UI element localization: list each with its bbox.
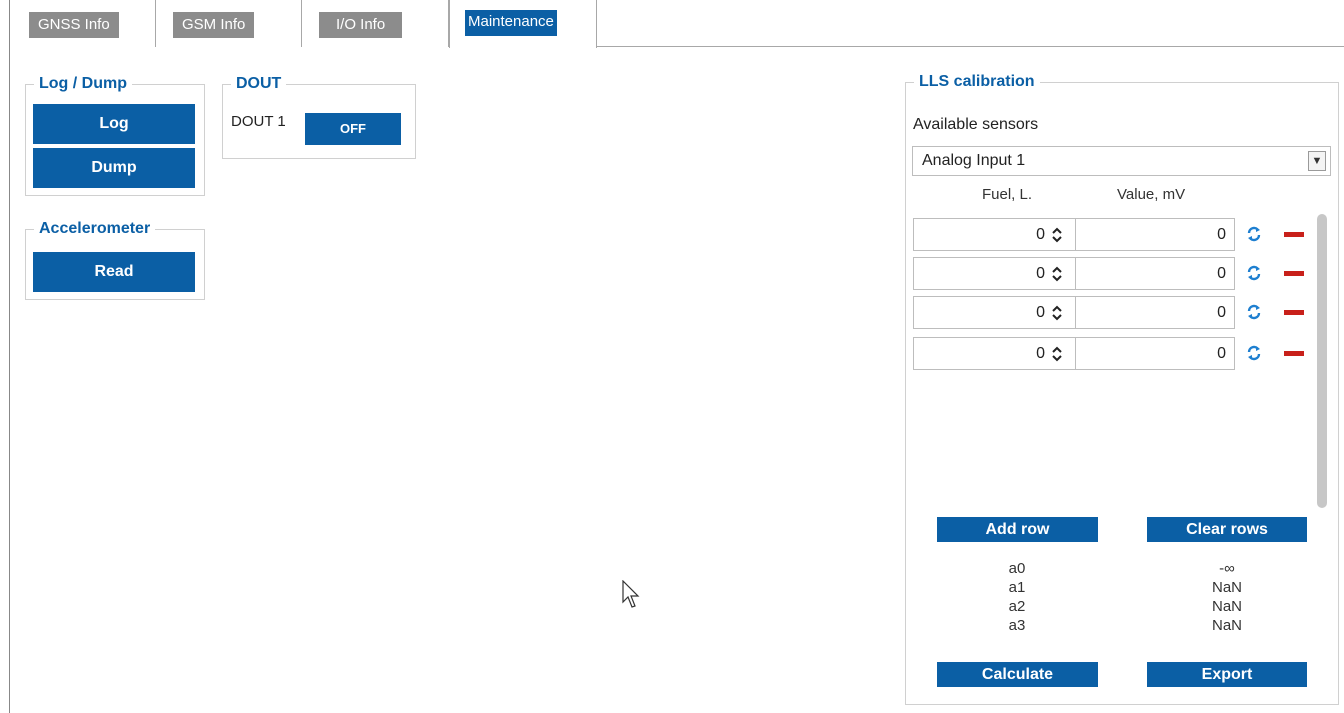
dout-1-label: DOUT 1 — [231, 113, 286, 130]
tab-maintenance[interactable]: Maintenance — [449, 0, 597, 48]
fuel-value: 0 — [1036, 345, 1045, 362]
tab-bar: GNSS Info GSM Info I/O Info Maintenance — [0, 0, 1344, 713]
tab-label: I/O Info — [319, 12, 403, 38]
refresh-icon[interactable] — [1245, 343, 1263, 363]
refresh-icon[interactable] — [1245, 302, 1263, 322]
accelerometer-title: Accelerometer — [34, 218, 156, 240]
spin-updown-icon[interactable] — [1051, 345, 1063, 363]
value-column-header: Value, mV — [1117, 186, 1186, 203]
dout-title: DOUT — [231, 73, 287, 95]
spin-updown-icon[interactable] — [1051, 265, 1063, 283]
coefficient-name: a1 — [1008, 579, 1026, 596]
fuel-input[interactable]: 0 — [913, 257, 1076, 290]
tab-io-info[interactable]: I/O Info — [302, 0, 449, 47]
calibration-row: 00 — [913, 296, 1313, 329]
refresh-icon[interactable] — [1245, 263, 1263, 283]
add-row-button[interactable]: Add row — [937, 517, 1098, 542]
tab-baseline — [596, 46, 1344, 47]
sensor-select[interactable]: Analog Input 1 ▼ — [912, 146, 1331, 176]
coefficient-name: a0 — [1008, 560, 1026, 577]
tab-label: GSM Info — [173, 12, 255, 38]
export-button[interactable]: Export — [1147, 662, 1307, 687]
dout-1-toggle-button[interactable]: OFF — [305, 113, 401, 145]
calibration-scrollbar[interactable] — [1317, 214, 1327, 508]
fuel-value: 0 — [1036, 226, 1045, 243]
sensor-select-value: Analog Input 1 — [922, 152, 1026, 169]
delete-row-icon[interactable] — [1284, 351, 1304, 356]
refresh-icon[interactable] — [1245, 224, 1263, 244]
chevron-down-icon[interactable]: ▼ — [1308, 151, 1326, 171]
lls-calibration-title: LLS calibration — [914, 71, 1040, 93]
fuel-input[interactable]: 0 — [913, 337, 1076, 370]
dump-button[interactable]: Dump — [33, 148, 195, 188]
value-value: 0 — [1217, 345, 1226, 362]
calibration-row: 00 — [913, 337, 1313, 370]
coefficient-value: NaN — [1211, 617, 1242, 634]
available-sensors-label: Available sensors — [913, 116, 1039, 133]
delete-row-icon[interactable] — [1284, 310, 1304, 315]
calculate-button[interactable]: Calculate — [937, 662, 1098, 687]
value-value: 0 — [1217, 304, 1226, 321]
coefficient-value: -∞ — [1219, 560, 1235, 577]
log-button[interactable]: Log — [33, 104, 195, 144]
clear-rows-button[interactable]: Clear rows — [1147, 517, 1307, 542]
delete-row-icon[interactable] — [1284, 232, 1304, 237]
log-dump-title: Log / Dump — [34, 73, 132, 95]
value-input[interactable]: 0 — [1075, 337, 1235, 370]
coefficient-value: NaN — [1211, 598, 1242, 615]
dout-group: DOUT DOUT 1 OFF — [222, 73, 416, 159]
spin-updown-icon[interactable] — [1051, 304, 1063, 322]
calibration-row: 00 — [913, 218, 1313, 251]
tab-label: GNSS Info — [29, 12, 119, 38]
accelerometer-group: Accelerometer Read — [25, 218, 205, 300]
tab-label: Maintenance — [465, 10, 557, 36]
value-input[interactable]: 0 — [1075, 218, 1235, 251]
coefficient-value: NaN — [1211, 579, 1242, 596]
coefficient-name: a3 — [1008, 617, 1026, 634]
frame-left-border — [9, 0, 10, 713]
fuel-value: 0 — [1036, 304, 1045, 321]
value-input[interactable]: 0 — [1075, 257, 1235, 290]
value-input[interactable]: 0 — [1075, 296, 1235, 329]
calibration-row: 00 — [913, 257, 1313, 290]
value-value: 0 — [1217, 265, 1226, 282]
value-value: 0 — [1217, 226, 1226, 243]
delete-row-icon[interactable] — [1284, 271, 1304, 276]
fuel-input[interactable]: 0 — [913, 218, 1076, 251]
spin-updown-icon[interactable] — [1051, 226, 1063, 244]
fuel-column-header: Fuel, L. — [982, 186, 1033, 203]
tab-gnss-info[interactable]: GNSS Info — [10, 0, 156, 47]
accelerometer-read-button[interactable]: Read — [33, 252, 195, 292]
mouse-cursor-icon — [622, 580, 640, 608]
fuel-value: 0 — [1036, 265, 1045, 282]
tab-gsm-info[interactable]: GSM Info — [156, 0, 302, 47]
coefficient-name: a2 — [1008, 598, 1026, 615]
fuel-input[interactable]: 0 — [913, 296, 1076, 329]
log-dump-group: Log / Dump Log Dump — [25, 73, 205, 196]
